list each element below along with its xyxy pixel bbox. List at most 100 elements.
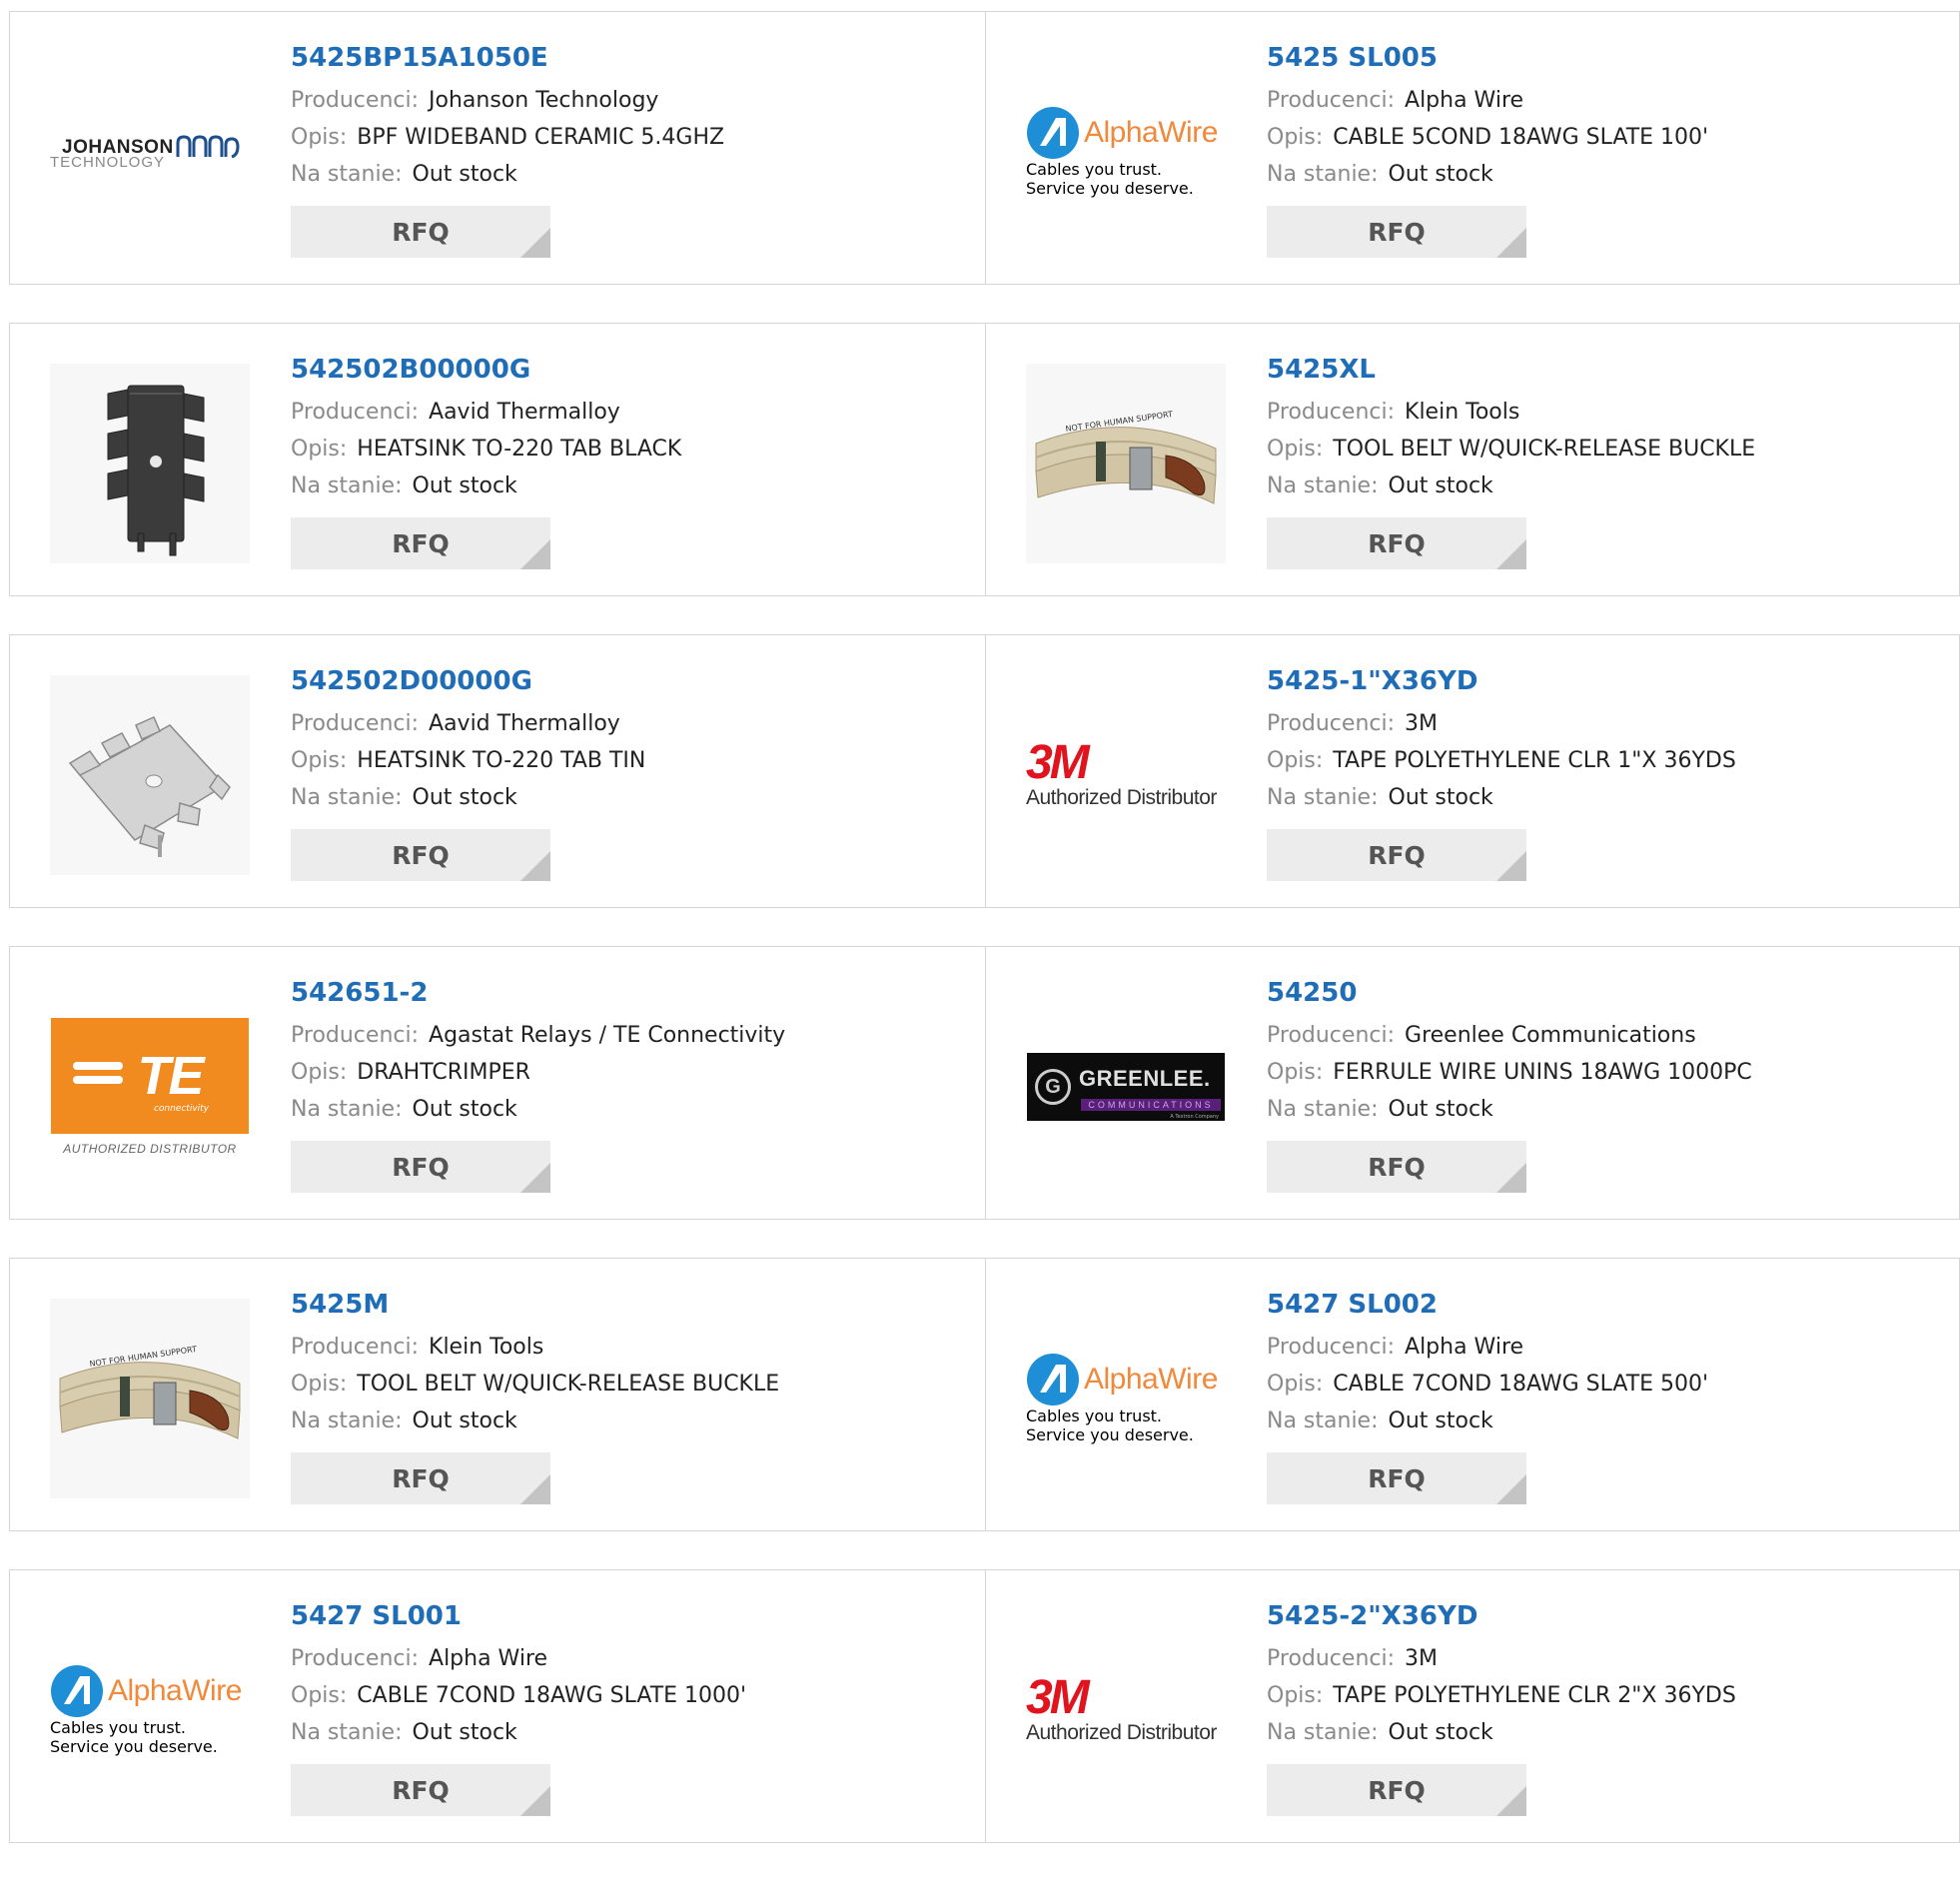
rfq-button[interactable]: RFQ xyxy=(291,1452,550,1504)
description-value: TOOL BELT W/QUICK-RELEASE BUCKLE xyxy=(357,1372,780,1397)
rfq-button[interactable]: RFQ xyxy=(1267,1452,1526,1504)
manufacturer-line: Producenci: Alpha Wire xyxy=(1267,88,1524,113)
greenlee-g-icon: G xyxy=(1035,1069,1071,1105)
manufacturer-logo[interactable]: 3M Authorized Distributor xyxy=(1026,1610,1226,1810)
tool-belt-image: NOT FOR HUMAN SUPPORT xyxy=(1026,364,1226,563)
rfq-button[interactable]: RFQ xyxy=(291,1764,550,1816)
product-info: 542651-2 Producenci: Agastat Relays / TE … xyxy=(291,977,785,1193)
tool-belt-image: NOT FOR HUMAN SUPPORT xyxy=(50,1299,250,1498)
manufacturer-value: 3M xyxy=(1405,1646,1438,1671)
manufacturer-logo[interactable]: 3M Authorized Distributor xyxy=(1026,675,1226,875)
product-card: AlphaWire Cables you trust. Service you … xyxy=(9,1569,986,1843)
product-image[interactable] xyxy=(50,364,250,563)
corner-fold-icon xyxy=(1496,228,1526,258)
description-value: CABLE 7COND 18AWG SLATE 500' xyxy=(1333,1372,1709,1397)
te-connectivity-logo: TE connectivity AUTHORIZED DISTRIBUTOR xyxy=(51,1018,249,1156)
rfq-button[interactable]: RFQ xyxy=(1267,206,1526,258)
description-line: Opis: DRAHTCRIMPER xyxy=(291,1060,530,1085)
description-line: Opis: TOOL BELT W/QUICK-RELEASE BUCKLE xyxy=(1267,437,1756,462)
manufacturer-logo[interactable]: AlphaWire Cables you trust. Service you … xyxy=(50,1610,250,1810)
product-image[interactable]: NOT FOR HUMAN SUPPORT xyxy=(50,1299,250,1498)
rfq-button[interactable]: RFQ xyxy=(291,206,550,258)
product-part-link[interactable]: 5425XL xyxy=(1267,354,1755,394)
manufacturer-logo[interactable]: JOHANSON TECHNOLOGY xyxy=(50,52,250,252)
product-info: 542502B00000G Producenci: Aavid Thermallo… xyxy=(291,354,681,569)
stock-line: Na stanie: Out stock xyxy=(291,1409,517,1433)
manufacturer-value: Alpha Wire xyxy=(1405,88,1524,113)
manufacturer-line: Producenci: Greenlee Communications xyxy=(1267,1023,1696,1048)
product-info: 5427 SL001 Producenci: Alpha Wire Opis: CA… xyxy=(291,1600,746,1816)
corner-fold-icon xyxy=(1496,539,1526,569)
description-line: Opis: CABLE 7COND 18AWG SLATE 1000' xyxy=(291,1683,747,1708)
corner-fold-icon xyxy=(520,1163,550,1193)
rfq-button[interactable]: RFQ xyxy=(291,829,550,881)
description-value: FERRULE WIRE UNINS 18AWG 1000PC xyxy=(1333,1060,1752,1085)
product-row: 542502B00000G Producenci: Aavid Thermallo… xyxy=(9,323,1960,596)
product-info: 5425 SL005 Producenci: Alpha Wire Opis: CA… xyxy=(1267,42,1708,258)
product-card: AlphaWire Cables you trust. Service you … xyxy=(986,1258,1960,1531)
manufacturer-value: Agastat Relays / TE Connectivity xyxy=(429,1023,786,1048)
stock-line: Na stanie: Out stock xyxy=(291,1097,517,1122)
rfq-button[interactable]: RFQ xyxy=(291,517,550,569)
rfq-button[interactable]: RFQ xyxy=(1267,1764,1526,1816)
3m-logo: 3M Authorized Distributor xyxy=(1026,736,1217,810)
product-row: AlphaWire Cables you trust. Service you … xyxy=(9,1569,1960,1843)
product-image[interactable] xyxy=(50,675,250,875)
manufacturer-line: Producenci: Agastat Relays / TE Connectiv… xyxy=(291,1023,786,1048)
manufacturer-value: Alpha Wire xyxy=(1405,1335,1524,1360)
manufacturer-line: Producenci: Alpha Wire xyxy=(1267,1335,1524,1360)
product-part-link[interactable]: 5425 SL005 xyxy=(1267,42,1708,82)
rfq-button[interactable]: RFQ xyxy=(1267,1141,1526,1193)
stock-line: Na stanie: Out stock xyxy=(1267,1097,1493,1122)
corner-fold-icon xyxy=(520,851,550,881)
product-part-link[interactable]: 542651-2 xyxy=(291,977,785,1017)
product-part-link[interactable]: 5425-2"X36YD xyxy=(1267,1600,1736,1640)
manufacturer-logo[interactable]: AlphaWire Cables you trust. Service you … xyxy=(1026,1299,1226,1498)
product-part-link[interactable]: 5425BP15A1050E xyxy=(291,42,724,82)
manufacturer-value: Klein Tools xyxy=(429,1335,544,1360)
description-line: Opis: TAPE POLYETHYLENE CLR 1"X 36YDS xyxy=(1267,748,1736,773)
stock-value: Out stock xyxy=(1388,1720,1493,1745)
heatsink-black-image xyxy=(50,364,250,563)
product-card: 3M Authorized Distributor 5425-1"X36YD P… xyxy=(986,634,1960,908)
corner-fold-icon xyxy=(1496,851,1526,881)
stock-line: Na stanie: Out stock xyxy=(291,1720,517,1745)
description-value: TAPE POLYETHYLENE CLR 2"X 36YDS xyxy=(1333,1683,1736,1708)
stock-value: Out stock xyxy=(412,1097,517,1122)
alphawire-mark-icon xyxy=(51,1665,103,1717)
rfq-button[interactable]: RFQ xyxy=(291,1141,550,1193)
corner-fold-icon xyxy=(520,1474,550,1504)
alphawire-logo: AlphaWire Cables you trust. Service you … xyxy=(1026,106,1226,198)
stock-line: Na stanie: Out stock xyxy=(1267,162,1493,187)
manufacturer-logo[interactable]: TE connectivity AUTHORIZED DISTRIBUTOR xyxy=(50,987,250,1187)
alphawire-logo: AlphaWire Cables you trust. Service you … xyxy=(50,1664,250,1756)
product-part-link[interactable]: 542502B00000G xyxy=(291,354,681,394)
product-part-link[interactable]: 5425M xyxy=(291,1289,779,1329)
corner-fold-icon xyxy=(520,228,550,258)
product-part-link[interactable]: 542502D00000G xyxy=(291,665,645,705)
rfq-button[interactable]: RFQ xyxy=(1267,829,1526,881)
manufacturer-line: Producenci: Johanson Technology xyxy=(291,88,659,113)
corner-fold-icon xyxy=(1496,1163,1526,1193)
product-card: JOHANSON TECHNOLOGY 5425BP15A1050E Produ… xyxy=(9,11,986,285)
product-card: G GREENLEE. COMMUNICATIONS A Textron Com… xyxy=(986,946,1960,1220)
stock-value: Out stock xyxy=(412,785,517,810)
description-line: Opis: TOOL BELT W/QUICK-RELEASE BUCKLE xyxy=(291,1372,780,1397)
product-part-link[interactable]: 5427 SL001 xyxy=(291,1600,746,1640)
manufacturer-value: Aavid Thermalloy xyxy=(429,711,620,736)
stock-line: Na stanie: Out stock xyxy=(1267,473,1493,498)
product-part-link[interactable]: 54250 xyxy=(1267,977,1752,1017)
manufacturer-logo[interactable]: AlphaWire Cables you trust. Service you … xyxy=(1026,52,1226,252)
manufacturer-value: 3M xyxy=(1405,711,1438,736)
manufacturer-logo[interactable]: G GREENLEE. COMMUNICATIONS A Textron Com… xyxy=(1026,987,1226,1187)
te-bars-icon xyxy=(73,1062,123,1090)
manufacturer-value: Klein Tools xyxy=(1405,400,1520,425)
stock-value: Out stock xyxy=(1388,1097,1493,1122)
product-part-link[interactable]: 5425-1"X36YD xyxy=(1267,665,1736,705)
corner-fold-icon xyxy=(520,1786,550,1816)
product-image[interactable]: NOT FOR HUMAN SUPPORT xyxy=(1026,364,1226,563)
rfq-button[interactable]: RFQ xyxy=(1267,517,1526,569)
product-part-link[interactable]: 5427 SL002 xyxy=(1267,1289,1708,1329)
3m-logo: 3M Authorized Distributor xyxy=(1026,1671,1217,1745)
product-info: 542502D00000G Producenci: Aavid Thermallo… xyxy=(291,665,645,881)
